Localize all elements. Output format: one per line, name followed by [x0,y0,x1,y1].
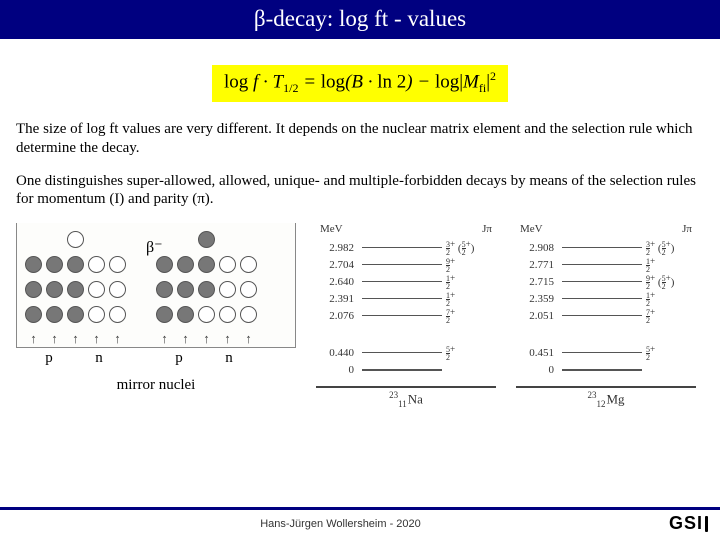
figures-row: β⁻ ↑↑↑↑↑ ↑↑↑↑↑ p n p [0,223,720,409]
equation-container: log f · T1/2 = log(B · ln 2) − log|Mfi|2 [0,65,720,102]
na-zero: 0 [316,364,358,376]
n-label-left: n [95,350,103,367]
na-level-list: 2.98232+ (52+)2.70492+2.64012+2.39112+2.… [316,239,496,324]
levels-mg23: MeV Jπ 2.908 32+ (52+) 2.771 12+ 2.715 92+ (5… [516,223,696,409]
paragraph-1: The size of log ft values are very diffe… [0,120,720,158]
eq-Tsub: 1/2 [283,81,298,95]
mg-level-row: 2.715 92+ (52+) [516,273,696,290]
p-label-left: p [45,350,53,367]
na-level-row: 2.640 12+ [316,273,496,290]
na-nuclide-label: 2311Na [316,386,496,409]
mg-level-jpi: 72+ [646,307,696,325]
levels-na23: MeV Jπ 2.98232+ (52+)2.70492+2.64012+2.3… [316,223,496,409]
na-level-energy: 2.640 [316,276,358,288]
mg-level-energy: 2.715 [516,276,558,288]
eq-log1: log [224,71,248,92]
na-level-jpi: 12+ [446,290,496,308]
level-scheme-figure: MeV Jπ 2.98232+ (52+)2.70492+2.64012+2.3… [296,223,704,409]
eq-T: T [273,71,284,92]
footer-author: Hans-Jürgen Wollersheim - 2020 [260,518,421,530]
mg-level-jpi: 12+ [646,290,696,308]
na-level-energy: 2.391 [316,293,358,305]
na-level-energy: 2.076 [316,310,358,322]
nucleus-left: ↑↑↑↑↑ [25,231,126,347]
na-level-jpi: 32+ (52+) [446,239,496,257]
mg-level-jpi: 92+ (52+) [646,273,696,291]
col-jpi-2: Jπ [682,223,692,235]
mg-level-jpi: 12+ [646,256,696,274]
shell-model-figure: β⁻ ↑↑↑↑↑ ↑↑↑↑↑ p n p [16,223,296,394]
mirror-nuclei-caption: mirror nuclei [16,377,296,394]
mg-ground-row: 0.451 52+ [516,344,696,361]
na-level-energy: 2.704 [316,259,358,271]
mg-level-energy: 2.051 [516,310,558,322]
na-ground-e: 0.440 [316,347,358,359]
mg-level-energy: 2.908 [516,242,558,254]
eq-log3: log [435,71,459,92]
eq-r1close: ) − [406,71,435,92]
mg-zero: 0 [516,364,558,376]
eq-sq: 2 [490,69,496,83]
na-level-row: 2.391 12+ [316,290,496,307]
mg-level-energy: 2.771 [516,259,558,271]
na-level-energy: 2.982 [316,242,358,254]
beta-minus-label: β⁻ [146,237,163,257]
na-level-jpi: 72+ [446,307,496,325]
eq-r1open: (B · [345,71,377,92]
footer-rule [0,507,720,510]
mg-ground-jpi: 52+ [646,344,696,362]
na-ground-jpi: 52+ [446,344,496,362]
gsi-logo: GSI [669,513,708,534]
col-mev: MeV [320,223,343,235]
mg-level-row: 2.051 72+ [516,307,696,324]
na-level-row: 2.704 92+ [316,256,496,273]
mg-level-jpi: 32+ (52+) [646,239,696,257]
eq-eq: = [298,71,320,92]
slide-footer: Hans-Jürgen Wollersheim - 2020 GSI [0,513,720,534]
mg-nuclide-label: 2312Mg [516,386,696,409]
col-mev-2: MeV [520,223,543,235]
p-label-right: p [175,350,183,367]
nucleus-right: ↑↑↑↑↑ [156,231,257,347]
eq-dot: · [258,71,272,92]
mg-ground-e: 0.451 [516,347,558,359]
eq-f: f [248,71,258,92]
slide-title: β-decay: log ft - values [0,0,720,39]
mg-level-list: 2.90832+ (52+)2.77112+2.71592+ (52+)2.35… [516,239,696,324]
na-level-jpi: 12+ [446,273,496,291]
paragraph-2: One distinguishes super-allowed, allowed… [0,172,720,210]
na-ground-row: 0.440 52+ [316,344,496,361]
logft-equation: log f · T1/2 = log(B · ln 2) − log|Mfi|2 [212,65,508,102]
mg-level-row: 2.908 32+ (52+) [516,239,696,256]
mg-level-row: 2.359 12+ [516,290,696,307]
col-jpi: Jπ [482,223,492,235]
eq-log2: log [321,71,345,92]
eq-ln2: ln 2 [377,71,406,92]
mg-level-energy: 2.359 [516,293,558,305]
pn-labels: p n p n [16,348,296,367]
na-level-row: 2.982 32+ (52+) [316,239,496,256]
n-label-right: n [225,350,233,367]
na-level-jpi: 92+ [446,256,496,274]
eq-M: M [463,71,479,92]
na-level-row: 2.076 72+ [316,307,496,324]
mg-level-row: 2.771 12+ [516,256,696,273]
